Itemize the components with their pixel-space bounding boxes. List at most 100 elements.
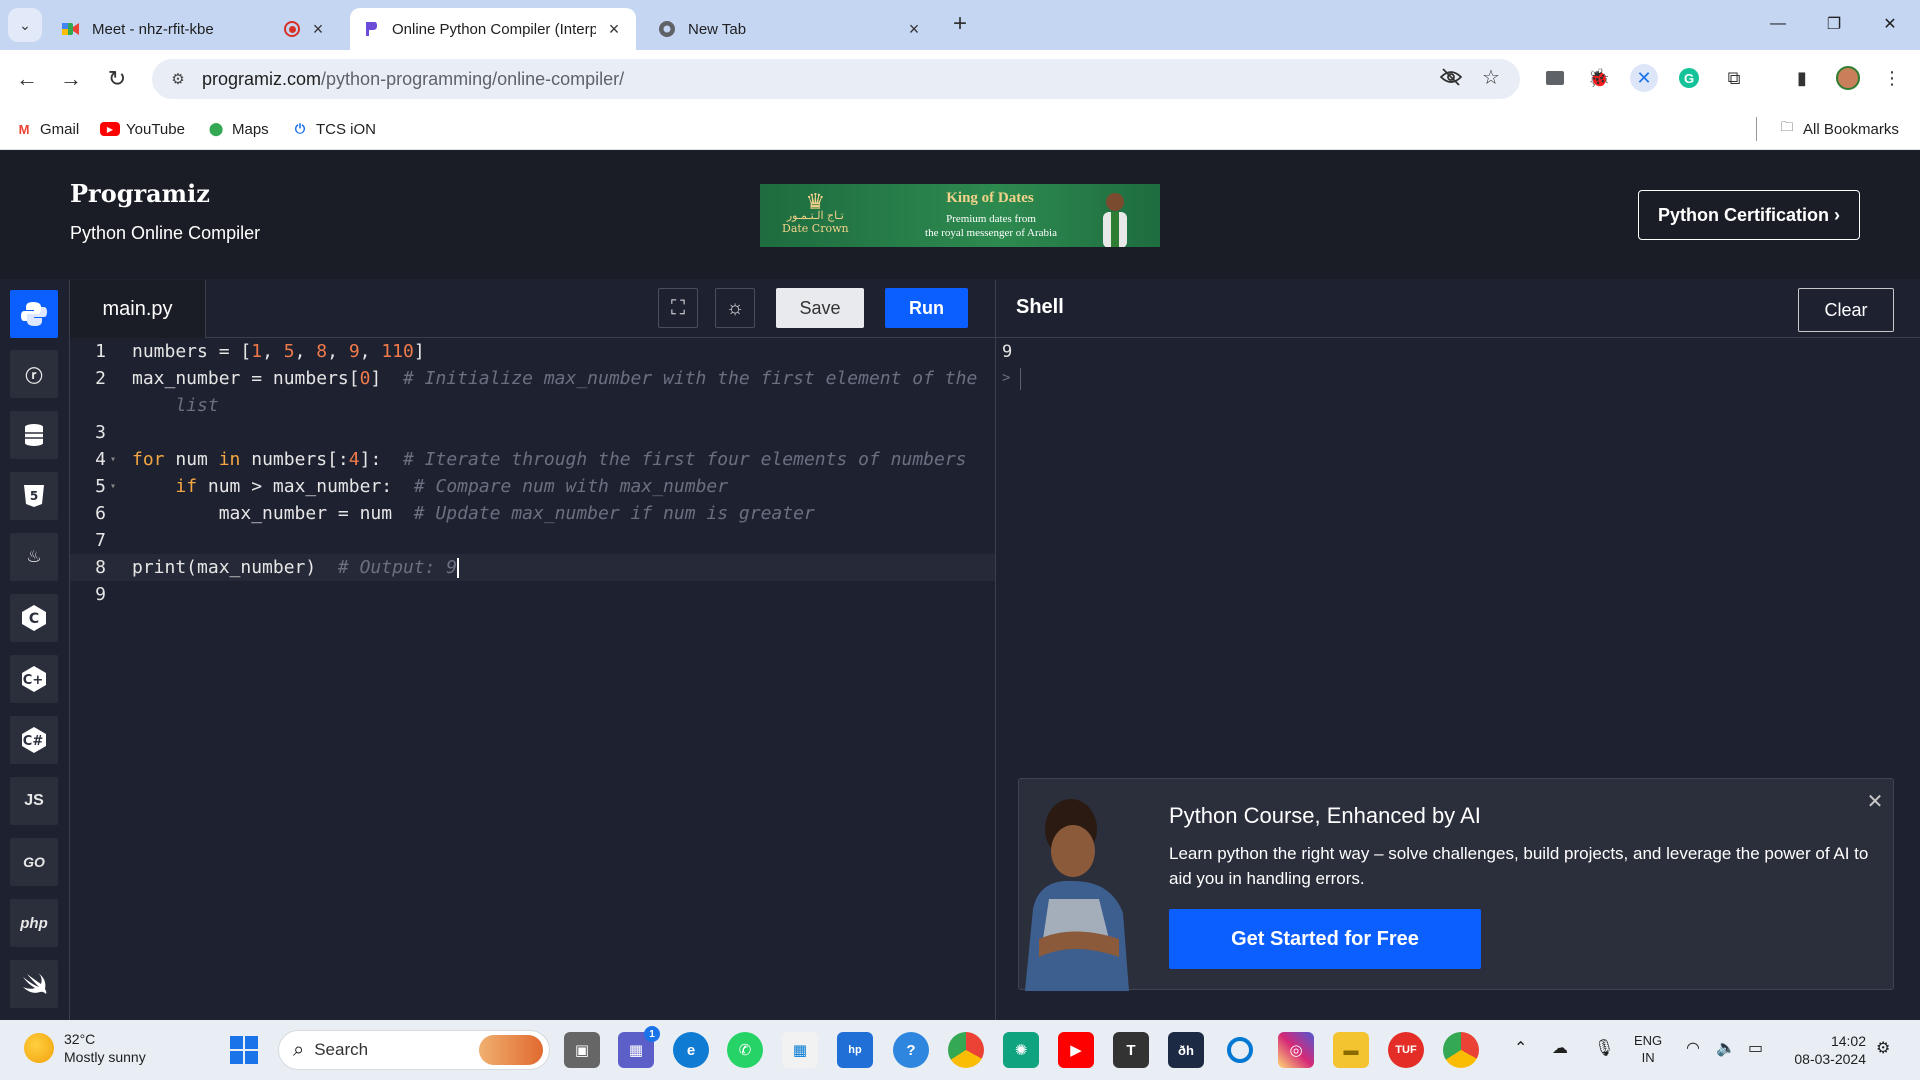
chrome-profile-icon[interactable] [1443, 1032, 1479, 1068]
whatsapp-icon[interactable]: ✆ [727, 1032, 763, 1068]
shell-input-caret [1020, 368, 1021, 390]
dh-app-icon[interactable]: ðh [1168, 1032, 1204, 1068]
swift-icon[interactable] [10, 960, 58, 1008]
task-view-icon[interactable]: ▣ [564, 1032, 600, 1068]
cpp-icon[interactable]: C+ [10, 655, 58, 703]
battery-icon[interactable]: ▭ [1748, 1038, 1763, 1058]
instagram-icon[interactable]: ◎ [1278, 1032, 1314, 1068]
extension-icon[interactable]: 🐞 [1585, 64, 1613, 92]
taskbar-search[interactable]: ⌕ Search [278, 1030, 550, 1070]
help-icon[interactable]: ? [893, 1032, 929, 1068]
eye-off-icon[interactable] [1436, 62, 1466, 92]
google-meet-icon [62, 20, 80, 38]
tuf-icon[interactable]: TUF [1388, 1032, 1424, 1068]
microphone-icon[interactable]: 🎙 [1594, 1038, 1614, 1058]
c-icon[interactable]: C [10, 594, 58, 642]
windows-taskbar: 32°C Mostly sunny ⌕ Search ▣ ▦ 1 e ✆ ▦ hp … [0, 1020, 1920, 1080]
python-icon[interactable] [10, 290, 58, 338]
close-tab-icon[interactable]: × [308, 19, 328, 39]
programiz-logo[interactable]: Programiz [70, 179, 210, 208]
close-icon[interactable]: ✕ [1865, 791, 1885, 813]
code-line: 6 max_number = num # Update max_number i… [95, 503, 815, 524]
python-certification-button[interactable]: Python Certification › [1638, 190, 1860, 240]
tab-meet[interactable]: Meet - nhz-rfit-kbe × [50, 8, 340, 50]
microsoft-store-icon[interactable]: ▦ [782, 1032, 818, 1068]
teams-icon[interactable]: ▦ 1 [618, 1026, 660, 1068]
back-icon[interactable]: ← [12, 64, 42, 94]
php-icon[interactable]: php [10, 899, 58, 947]
tab-programiz[interactable]: Online Python Compiler (Interp × [350, 8, 636, 50]
cortana-icon[interactable] [1222, 1032, 1258, 1068]
sql-icon[interactable] [10, 411, 58, 459]
wifi-icon[interactable]: ◠ [1686, 1038, 1700, 1058]
youtube-taskbar-icon[interactable]: ▶ [1058, 1032, 1094, 1068]
code-line: 9 [95, 584, 106, 605]
all-bookmarks[interactable]: 🗀 All Bookmarks [1756, 117, 1899, 141]
chrome-taskbar-icon[interactable] [948, 1032, 984, 1068]
forward-icon[interactable]: → [56, 64, 86, 94]
extensions-puzzle-icon[interactable]: ⧉ [1720, 64, 1748, 92]
ad-title: King of Dates [946, 190, 1034, 206]
show-hidden-icons[interactable]: ⌃ [1514, 1038, 1527, 1058]
extension-icon[interactable]: ✕ [1630, 64, 1658, 92]
java-icon[interactable]: ♨ [10, 533, 58, 581]
profile-avatar[interactable] [1834, 64, 1862, 92]
myhp-icon[interactable]: hp [837, 1032, 873, 1068]
weather-sun-icon [24, 1033, 54, 1063]
reload-icon[interactable]: ↻ [102, 64, 132, 94]
power-icon: ⏻ [294, 121, 306, 136]
chatgpt-icon[interactable]: ✺ [1003, 1032, 1039, 1068]
run-button[interactable]: Run [885, 288, 968, 328]
file-explorer-icon[interactable]: ▬ [1333, 1032, 1369, 1068]
folder-icon: 🗀 [1780, 119, 1794, 134]
html5-icon[interactable]: 5 [10, 472, 58, 520]
minimize-icon[interactable]: — [1758, 8, 1798, 40]
windows-start-icon[interactable] [226, 1032, 262, 1068]
code-editor[interactable]: 1 numbers = [1, 5, 8, 9, 110] 2 max_numb… [70, 338, 995, 1020]
new-tab-button[interactable]: + [948, 10, 972, 37]
typora-icon[interactable]: T [1113, 1032, 1149, 1068]
volume-icon[interactable]: 🔈 [1716, 1038, 1736, 1058]
side-panel-icon[interactable]: ▮ [1788, 64, 1816, 92]
extension-icon[interactable] [1541, 64, 1569, 92]
fullscreen-icon[interactable]: ⛶ [658, 288, 698, 328]
clock[interactable]: 14:02 08-03-2024 [1786, 1032, 1866, 1068]
javascript-icon[interactable]: JS [10, 777, 58, 825]
tab-new-tab[interactable]: New Tab × [646, 8, 936, 50]
csharp-icon[interactable]: C# [10, 716, 58, 764]
language-indicator[interactable]: ENG IN [1634, 1032, 1662, 1066]
bookmark-tcs-ion[interactable]: ⏻ TCS iON [290, 117, 376, 141]
bookmark-label: TCS iON [316, 120, 376, 138]
bookmark-maps[interactable]: ⬤ Maps [206, 117, 269, 141]
close-window-icon[interactable]: ✕ [1870, 8, 1910, 40]
tab-search-button[interactable]: ⌄ [8, 8, 42, 42]
browser-menu-icon[interactable]: ⋮ [1878, 64, 1906, 92]
restore-icon[interactable]: ❐ [1814, 8, 1854, 40]
theme-toggle-icon[interactable]: ☼ [715, 288, 755, 328]
shell-output[interactable]: 9 > [996, 338, 1920, 758]
programiz-icon [362, 20, 380, 38]
bookmark-youtube[interactable]: ▶ YouTube [100, 117, 185, 141]
notifications-icon[interactable]: ⚙ [1876, 1038, 1890, 1058]
code-line-active: 8 print(max_number) # Output: 9 [70, 554, 995, 581]
close-tab-icon[interactable]: × [904, 19, 924, 39]
weather-widget[interactable]: 32°C Mostly sunny [24, 1030, 146, 1066]
ad-brand: ♛ تـاج الـتـمـور Date Crown [782, 190, 849, 236]
file-tab[interactable]: main.py [70, 280, 206, 338]
bookmark-star-icon[interactable]: ☆ [1476, 62, 1506, 92]
save-button[interactable]: Save [776, 288, 864, 328]
onedrive-icon[interactable]: ☁ [1552, 1038, 1568, 1058]
bookmark-gmail[interactable]: M Gmail [14, 117, 80, 141]
get-started-button[interactable]: Get Started for Free [1169, 909, 1481, 969]
r-icon[interactable]: ⓡ [10, 350, 58, 398]
language-sidebar: ⓡ 5 ♨ C C+ C# JS GO php [0, 280, 70, 1020]
close-tab-icon[interactable]: × [604, 19, 624, 39]
site-settings-icon[interactable]: ⚙ [158, 70, 198, 88]
edge-icon[interactable]: e [673, 1032, 709, 1068]
go-icon[interactable]: GO [10, 838, 58, 886]
ad-banner[interactable]: ♛ تـاج الـتـمـور Date Crown King of Date… [760, 184, 1160, 247]
clear-button[interactable]: Clear [1798, 288, 1894, 332]
address-bar[interactable]: ⚙ programiz.com/python-programming/onlin… [152, 59, 1520, 99]
grammarly-icon[interactable]: G [1675, 64, 1703, 92]
code-line: 2 max_number = numbers[0] # Initialize m… [95, 368, 978, 389]
